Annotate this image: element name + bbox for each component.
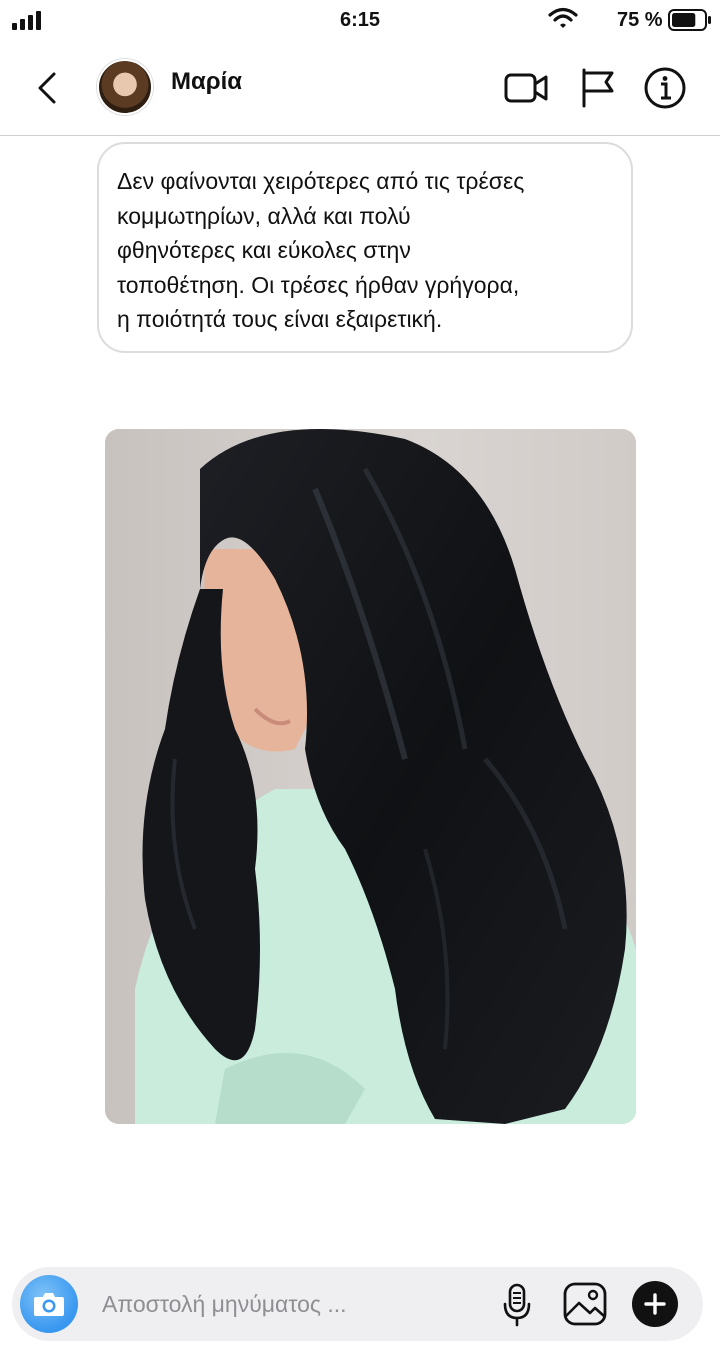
wifi-icon — [548, 7, 578, 28]
plus-icon — [644, 1293, 666, 1315]
info-button[interactable] — [643, 66, 687, 110]
video-call-button[interactable] — [502, 66, 550, 110]
status-bar: 6:15 75 % — [0, 0, 720, 44]
back-button[interactable] — [30, 66, 66, 110]
camera-icon — [34, 1293, 64, 1316]
battery-percent: 75 % — [617, 9, 663, 31]
photo-message[interactable] — [105, 429, 636, 1124]
message-input[interactable] — [102, 1287, 482, 1321]
message-composer — [12, 1267, 703, 1341]
image-gallery-icon — [563, 1282, 607, 1326]
message-bubble[interactable]: Δεν φαίνονται χειρότερες από τις τρέσες … — [97, 142, 633, 353]
report-flag-button[interactable] — [578, 66, 618, 110]
video-camera-icon — [504, 73, 548, 103]
status-time: 6:15 — [339, 9, 381, 31]
microphone-button[interactable] — [500, 1282, 534, 1328]
photo-woman-long-black-hair — [105, 429, 636, 1124]
camera-button[interactable] — [20, 1275, 78, 1333]
battery-icon — [668, 9, 711, 31]
microphone-icon — [503, 1283, 531, 1327]
flag-icon — [582, 68, 614, 108]
add-button[interactable] — [632, 1281, 678, 1327]
contact-name[interactable]: Μαρία — [171, 68, 242, 96]
chat-header: Μαρία — [0, 44, 720, 136]
message-text: Δεν φαίνονται χειρότερες από τις τρέσες … — [117, 168, 525, 332]
avatar[interactable] — [97, 59, 153, 115]
gallery-button[interactable] — [562, 1281, 608, 1327]
info-icon — [644, 67, 686, 109]
